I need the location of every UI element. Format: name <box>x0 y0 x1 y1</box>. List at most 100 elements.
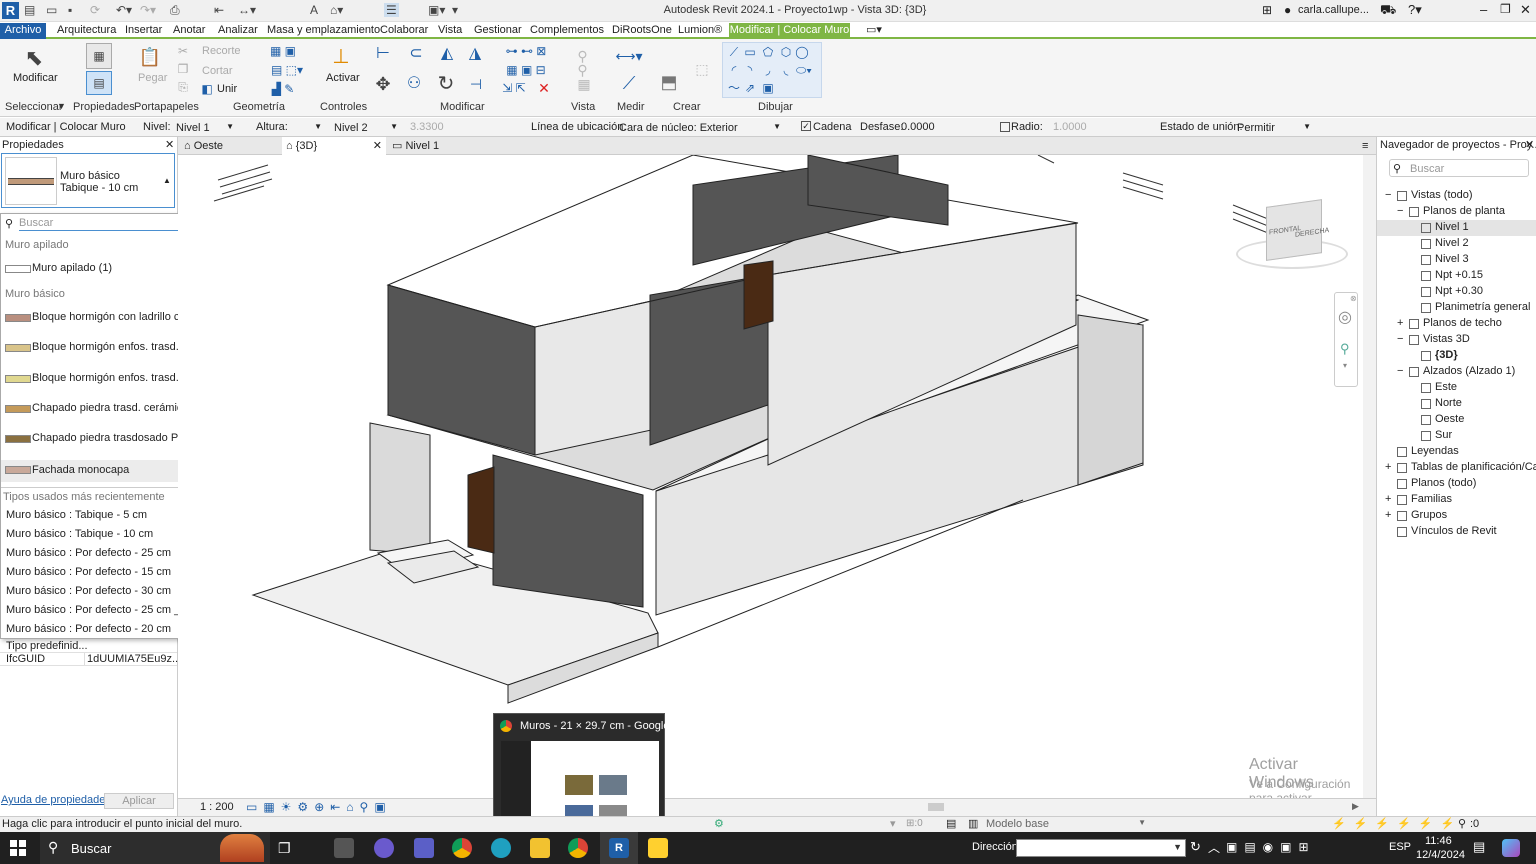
windows-start-icon[interactable] <box>10 840 26 856</box>
close-icon[interactable]: ⊗ <box>1350 294 1357 303</box>
task-view-icon[interactable]: ❐ <box>278 840 291 857</box>
properties-close-icon[interactable]: ✕ <box>165 138 174 151</box>
browser-tree-item[interactable]: − Vistas 3D <box>1377 332 1536 348</box>
height-mode-select[interactable]: ▼ <box>300 119 326 135</box>
browser-tree-item[interactable]: Leyendas <box>1377 444 1536 460</box>
apply-button[interactable]: Aplicar <box>104 793 174 809</box>
array-icon[interactable]: ▦ ▣ ⊟ <box>496 63 556 77</box>
modify-arrow-icon[interactable]: ⬉ <box>22 44 46 72</box>
copilot-icon[interactable] <box>1502 839 1520 857</box>
nav-chevron-icon[interactable]: ▾ <box>1343 361 1347 370</box>
print-icon[interactable]: ⎙ <box>170 3 180 18</box>
project-browser-close-icon[interactable]: ✕ <box>1525 138 1534 151</box>
rectangle-icon[interactable]: ▭ <box>743 45 757 59</box>
clock-time[interactable]: 11:46 <box>1425 835 1452 847</box>
tray-icons[interactable]: ▣▤◉▣⊞ <box>1226 840 1316 854</box>
browser-tree-item[interactable]: {3D} <box>1377 348 1536 364</box>
group-seleccionar-chevron-icon[interactable]: ▼ <box>57 101 66 111</box>
tab-archivo[interactable]: Archivo <box>0 23 46 39</box>
browser-tree-item[interactable]: Oeste <box>1377 412 1536 428</box>
view-cube[interactable]: FRONTAL DERECHA <box>1236 197 1356 277</box>
sync-icon[interactable]: ⟳ <box>90 3 100 17</box>
tab-complementos[interactable]: Complementos <box>530 23 604 39</box>
join-button[interactable]: Unir <box>217 83 237 95</box>
geometry-tool-1-icon[interactable]: ▦ ▣ <box>268 44 298 58</box>
dimension-icon[interactable]: ↔▾ <box>238 3 256 17</box>
browser-tree-item[interactable]: − Alzados (Alzado 1) <box>1377 364 1536 380</box>
properties-help-link[interactable]: Ayuda de propiedades <box>1 794 111 806</box>
pick-lines-icon[interactable]: ⇗ <box>743 81 757 95</box>
close-tab-icon[interactable]: ✕ <box>373 137 382 155</box>
user-icon[interactable]: ● <box>1284 3 1291 17</box>
circle-icon[interactable]: ◯ <box>795 45 809 59</box>
file-explorer-icon[interactable] <box>530 838 550 858</box>
browser-tree-item[interactable]: Planimetría general <box>1377 300 1536 316</box>
create-tool-icons[interactable]: ⬚ <box>688 44 716 94</box>
taskbar-search[interactable]: ⚲ Buscar <box>40 832 270 864</box>
tab-analizar[interactable]: Analizar <box>218 23 258 39</box>
geometry-tool-3-icon[interactable]: ▟ ✎ <box>268 82 298 96</box>
view-tab-nivel-1[interactable]: ▭ Nivel 1 <box>386 137 490 155</box>
restore-icon[interactable]: ❐ <box>1500 2 1511 16</box>
move-icon[interactable]: ✥ <box>372 73 394 95</box>
view-tab-3d[interactable]: ⌂ {3D} ✕ <box>282 137 386 155</box>
model-selector[interactable]: Modelo base ▼ <box>986 818 1146 830</box>
tab-colaborar[interactable]: Colaborar <box>380 23 428 39</box>
tab-anotar[interactable]: Anotar <box>173 23 205 39</box>
browser-tree-item[interactable]: Npt +0.30 <box>1377 284 1536 300</box>
tree-toggle-icon[interactable]: + <box>1397 317 1403 329</box>
activate-controls-icon[interactable]: ⊥ <box>328 43 354 71</box>
open-icon[interactable]: ▤ <box>24 3 35 17</box>
cut-geometry-button[interactable]: Cortar <box>202 65 233 77</box>
language-indicator[interactable]: ESP <box>1389 841 1411 853</box>
radius-input[interactable]: 1.0000 <box>1053 121 1087 133</box>
browser-tree-item[interactable]: − Vistas (todo) <box>1377 188 1536 204</box>
scale-icon[interactable]: ⇲ ⇱ <box>496 81 532 95</box>
copy-icon[interactable]: ❐ <box>176 63 190 75</box>
switch-windows-icon[interactable]: ▣▾ <box>428 3 445 17</box>
tab-arquitectura[interactable]: Arquitectura <box>57 23 116 39</box>
type-selector[interactable]: Muro básico Tabique - 10 cm ▲ <box>1 153 175 208</box>
align-icon[interactable]: ⊢ <box>372 43 394 65</box>
type-selector-chevron-icon[interactable]: ▲ <box>163 176 171 185</box>
pick-faces-icon[interactable]: ▣ <box>761 81 775 95</box>
recent-type-item[interactable]: Muro básico : Por defecto - 30 cm <box>6 585 171 597</box>
tree-toggle-icon[interactable]: − <box>1397 333 1403 345</box>
revit-logo-icon[interactable]: R <box>2 2 19 19</box>
delete-icon[interactable]: ✕ <box>537 81 551 95</box>
tab-dirootsone[interactable]: DiRootsOne <box>612 23 672 39</box>
recent-type-item[interactable]: Muro básico : Tabique - 10 cm <box>6 528 153 540</box>
app-miro-icon[interactable] <box>648 838 668 858</box>
trim-icon[interactable]: ⊣ <box>464 73 488 95</box>
recent-type-item[interactable]: Muro básico : Por defecto - 15 cm <box>6 566 171 578</box>
help-icon[interactable]: ?▾ <box>1408 2 1422 18</box>
tree-toggle-icon[interactable]: + <box>1385 461 1391 473</box>
mirror-draw-icon[interactable]: ◮ <box>464 43 486 65</box>
tab-lumion[interactable]: Lumion® <box>678 23 722 39</box>
tab-gestionar[interactable]: Gestionar <box>474 23 522 39</box>
measure-icon[interactable]: ⇤ <box>214 3 224 17</box>
browser-tree-item[interactable]: Planos (todo) <box>1377 476 1536 492</box>
fillet-arc-icon[interactable]: ◟ <box>779 63 793 77</box>
save-icon[interactable]: ▪ <box>68 3 72 17</box>
level-select[interactable]: Nivel 1 ▼ <box>172 119 238 135</box>
close-icon[interactable]: ✕ <box>1520 2 1531 18</box>
activate-button[interactable]: Activar <box>326 72 360 84</box>
text-icon[interactable]: A <box>310 3 318 17</box>
new-file-icon[interactable]: ▭ <box>46 3 57 17</box>
app-dynamics-icon[interactable] <box>334 838 354 858</box>
browser-tree-item[interactable]: Nivel 3 <box>1377 252 1536 268</box>
join-icon[interactable]: ◧ <box>200 83 214 95</box>
taskbar-thumbnail[interactable]: Muros - 21 × 29.7 cm - Google ... <box>493 713 682 832</box>
match-type-icon[interactable]: ⎘ <box>176 81 190 93</box>
tab-vista[interactable]: Vista <box>438 23 462 39</box>
browser-tree-item[interactable]: − Planos de planta <box>1377 204 1536 220</box>
cart-icon[interactable]: ⛟ <box>1380 2 1396 20</box>
chain-checkbox[interactable]: ✓ <box>801 121 811 131</box>
redo-icon[interactable]: ↷▾ <box>140 3 156 17</box>
app-vpn-icon[interactable] <box>374 838 394 858</box>
view-tabs-menu-icon[interactable]: ≡ <box>1362 137 1374 155</box>
center-arc-icon[interactable]: ◝ <box>743 63 757 77</box>
steering-wheel-icon[interactable]: ◎ <box>1338 307 1352 327</box>
tree-toggle-icon[interactable]: − <box>1397 365 1403 377</box>
